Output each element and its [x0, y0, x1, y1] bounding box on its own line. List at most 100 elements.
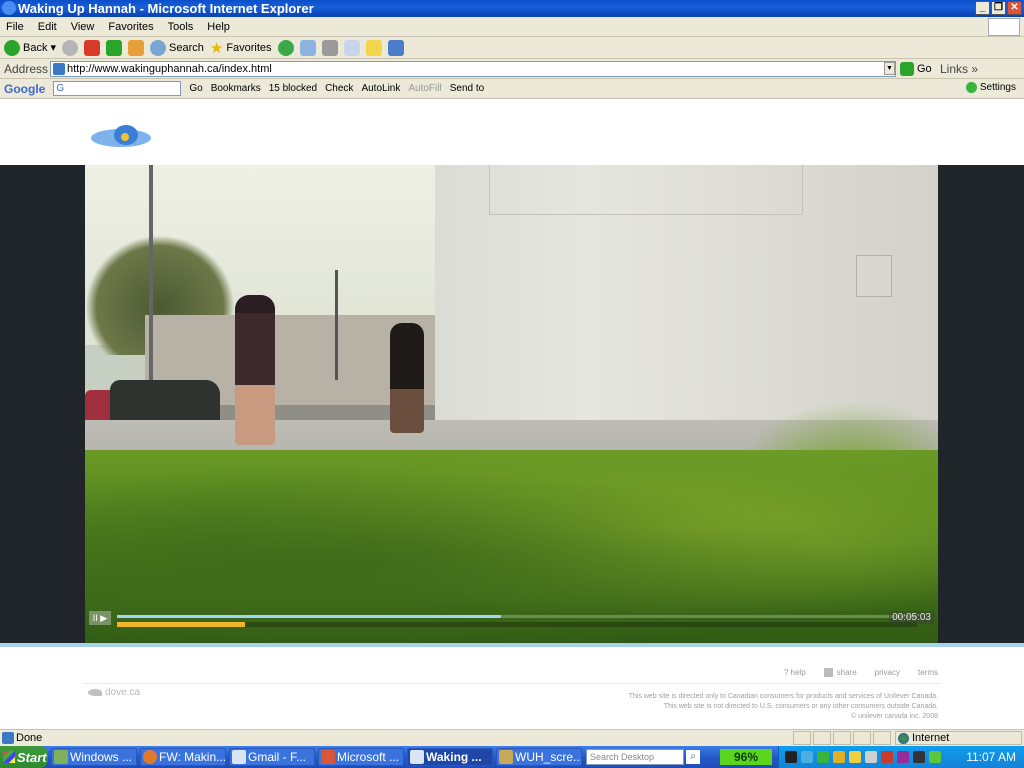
- video-person: [390, 323, 424, 433]
- flower-logo-icon[interactable]: [88, 121, 154, 155]
- video-band: II ▶ 00:05:03: [0, 165, 1024, 645]
- google-search-input[interactable]: G: [53, 81, 182, 96]
- status-bar: Done Internet: [0, 729, 1024, 746]
- video-player[interactable]: II ▶ 00:05:03: [85, 165, 938, 643]
- update-icon[interactable]: [849, 751, 861, 763]
- window-title: Waking Up Hannah - Microsoft Internet Ex…: [18, 1, 314, 16]
- desktop-search-input[interactable]: Search Desktop: [586, 749, 684, 765]
- google-toolbar: Google G Go Bookmarks 15 blocked Check A…: [0, 79, 1024, 99]
- zone-label: Internet: [912, 732, 950, 744]
- menu-tools[interactable]: Tools: [168, 21, 194, 33]
- spell-check-button[interactable]: Check: [325, 83, 353, 94]
- stop-icon[interactable]: [84, 39, 100, 56]
- send-to-button[interactable]: Send to: [450, 83, 484, 94]
- status-text: Done: [16, 732, 43, 744]
- autolink-button[interactable]: AutoLink: [361, 83, 400, 94]
- favorites-button[interactable]: ★ Favorites: [210, 39, 272, 57]
- progress-track[interactable]: [117, 615, 917, 618]
- bookmarks-button[interactable]: Bookmarks: [211, 83, 261, 94]
- video-pole: [335, 270, 338, 380]
- taskbar-item[interactable]: WUH_scre...: [496, 748, 582, 766]
- page-content: II ▶ 00:05:03 ? help share privacy terms…: [0, 99, 1024, 729]
- security-zone[interactable]: Internet: [895, 731, 1022, 745]
- menu-help[interactable]: Help: [207, 21, 230, 33]
- share-link[interactable]: share: [823, 668, 857, 678]
- antivirus-icon[interactable]: [881, 751, 893, 763]
- start-button[interactable]: Start: [0, 746, 48, 768]
- menu-view[interactable]: View: [71, 21, 95, 33]
- google-settings-button[interactable]: Settings: [965, 82, 1016, 93]
- taskbar-item[interactable]: Gmail - F...: [229, 748, 315, 766]
- progress-played: [117, 622, 245, 627]
- taskbar-item[interactable]: Windows ...: [51, 748, 137, 766]
- search-icon[interactable]: ⌕: [686, 750, 700, 764]
- clock: 11:07 AM: [966, 750, 1016, 764]
- status-panel: [793, 731, 811, 745]
- address-url: http://www.wakinguphannah.ca/index.html: [67, 63, 272, 75]
- pause-play-button[interactable]: II ▶: [89, 611, 111, 625]
- settings-icon: [965, 82, 977, 93]
- minimize-button[interactable]: _: [975, 1, 990, 15]
- chevron-down-icon: ▾: [50, 42, 56, 54]
- status-panels: [793, 731, 891, 745]
- seek-track[interactable]: [117, 622, 917, 627]
- messenger-icon[interactable]: [817, 751, 829, 763]
- help-link[interactable]: ? help: [784, 668, 806, 677]
- close-button[interactable]: ✕: [1007, 1, 1022, 15]
- print-icon[interactable]: [321, 39, 338, 56]
- mail-icon[interactable]: [299, 39, 316, 56]
- battery-indicator: 96%: [720, 749, 772, 765]
- autofill-button[interactable]: AutoFill: [408, 83, 441, 94]
- google-logo: Google: [4, 81, 46, 96]
- taskbar-item[interactable]: Microsoft ...: [318, 748, 404, 766]
- taskbar-item-label: Windows ...: [70, 750, 133, 764]
- messenger-icon[interactable]: [387, 39, 404, 56]
- display-icon[interactable]: [913, 751, 925, 763]
- address-dropdown-icon[interactable]: ▼: [884, 62, 895, 75]
- restore-button[interactable]: ❐: [991, 1, 1006, 15]
- system-tray: 11:07 AM: [778, 746, 1024, 768]
- history-icon[interactable]: [277, 39, 294, 56]
- dove-brand-link[interactable]: dove.ca: [88, 687, 140, 698]
- menu-edit[interactable]: Edit: [38, 21, 57, 33]
- discuss-icon[interactable]: [365, 39, 382, 56]
- taskbar: Start Windows ... FW: Makin... Gmail - F…: [0, 746, 1024, 768]
- security-icon[interactable]: [833, 751, 845, 763]
- window-titlebar: Waking Up Hannah - Microsoft Internet Ex…: [0, 0, 1024, 17]
- status-panel: [833, 731, 851, 745]
- app-icon[interactable]: [929, 751, 941, 763]
- menu-favorites[interactable]: Favorites: [108, 21, 153, 33]
- video-wall-panel: [489, 165, 803, 215]
- address-label: Address: [4, 62, 49, 76]
- edit-icon[interactable]: [343, 39, 360, 56]
- back-arrow-icon: [4, 39, 20, 56]
- terms-link[interactable]: terms: [918, 668, 938, 677]
- privacy-link[interactable]: privacy: [875, 668, 900, 677]
- shield-icon[interactable]: [897, 751, 909, 763]
- taskbar-item[interactable]: FW: Makin...: [140, 748, 226, 766]
- standard-toolbar: Back ▾ Search ★ Favorites: [0, 37, 1024, 59]
- menu-file[interactable]: File: [6, 21, 24, 33]
- go-label: Go: [917, 63, 932, 75]
- power-plug-icon[interactable]: [785, 751, 797, 763]
- start-label: Start: [17, 749, 47, 765]
- time-display: 00:05:03: [889, 611, 934, 624]
- links-button[interactable]: Links »: [940, 62, 978, 76]
- volume-icon[interactable]: [865, 751, 877, 763]
- google-go-button[interactable]: Go: [189, 83, 202, 94]
- home-icon[interactable]: [128, 39, 144, 56]
- share-label: share: [836, 668, 857, 677]
- links-label: Links: [940, 62, 969, 76]
- page-done-icon: [2, 732, 14, 744]
- windows-explorer-icon: [54, 750, 68, 764]
- back-button[interactable]: Back ▾: [4, 39, 56, 56]
- popup-blocked-button[interactable]: 15 blocked: [269, 83, 317, 94]
- refresh-icon[interactable]: [106, 39, 122, 56]
- go-button[interactable]: Go: [900, 62, 932, 76]
- forward-arrow-icon[interactable]: [62, 39, 78, 56]
- search-button[interactable]: Search: [150, 39, 204, 56]
- taskbar-item-active[interactable]: Waking ...: [407, 748, 493, 766]
- network-icon[interactable]: [801, 751, 813, 763]
- search-icon: [150, 39, 166, 56]
- address-input[interactable]: http://www.wakinguphannah.ca/index.html: [50, 61, 896, 77]
